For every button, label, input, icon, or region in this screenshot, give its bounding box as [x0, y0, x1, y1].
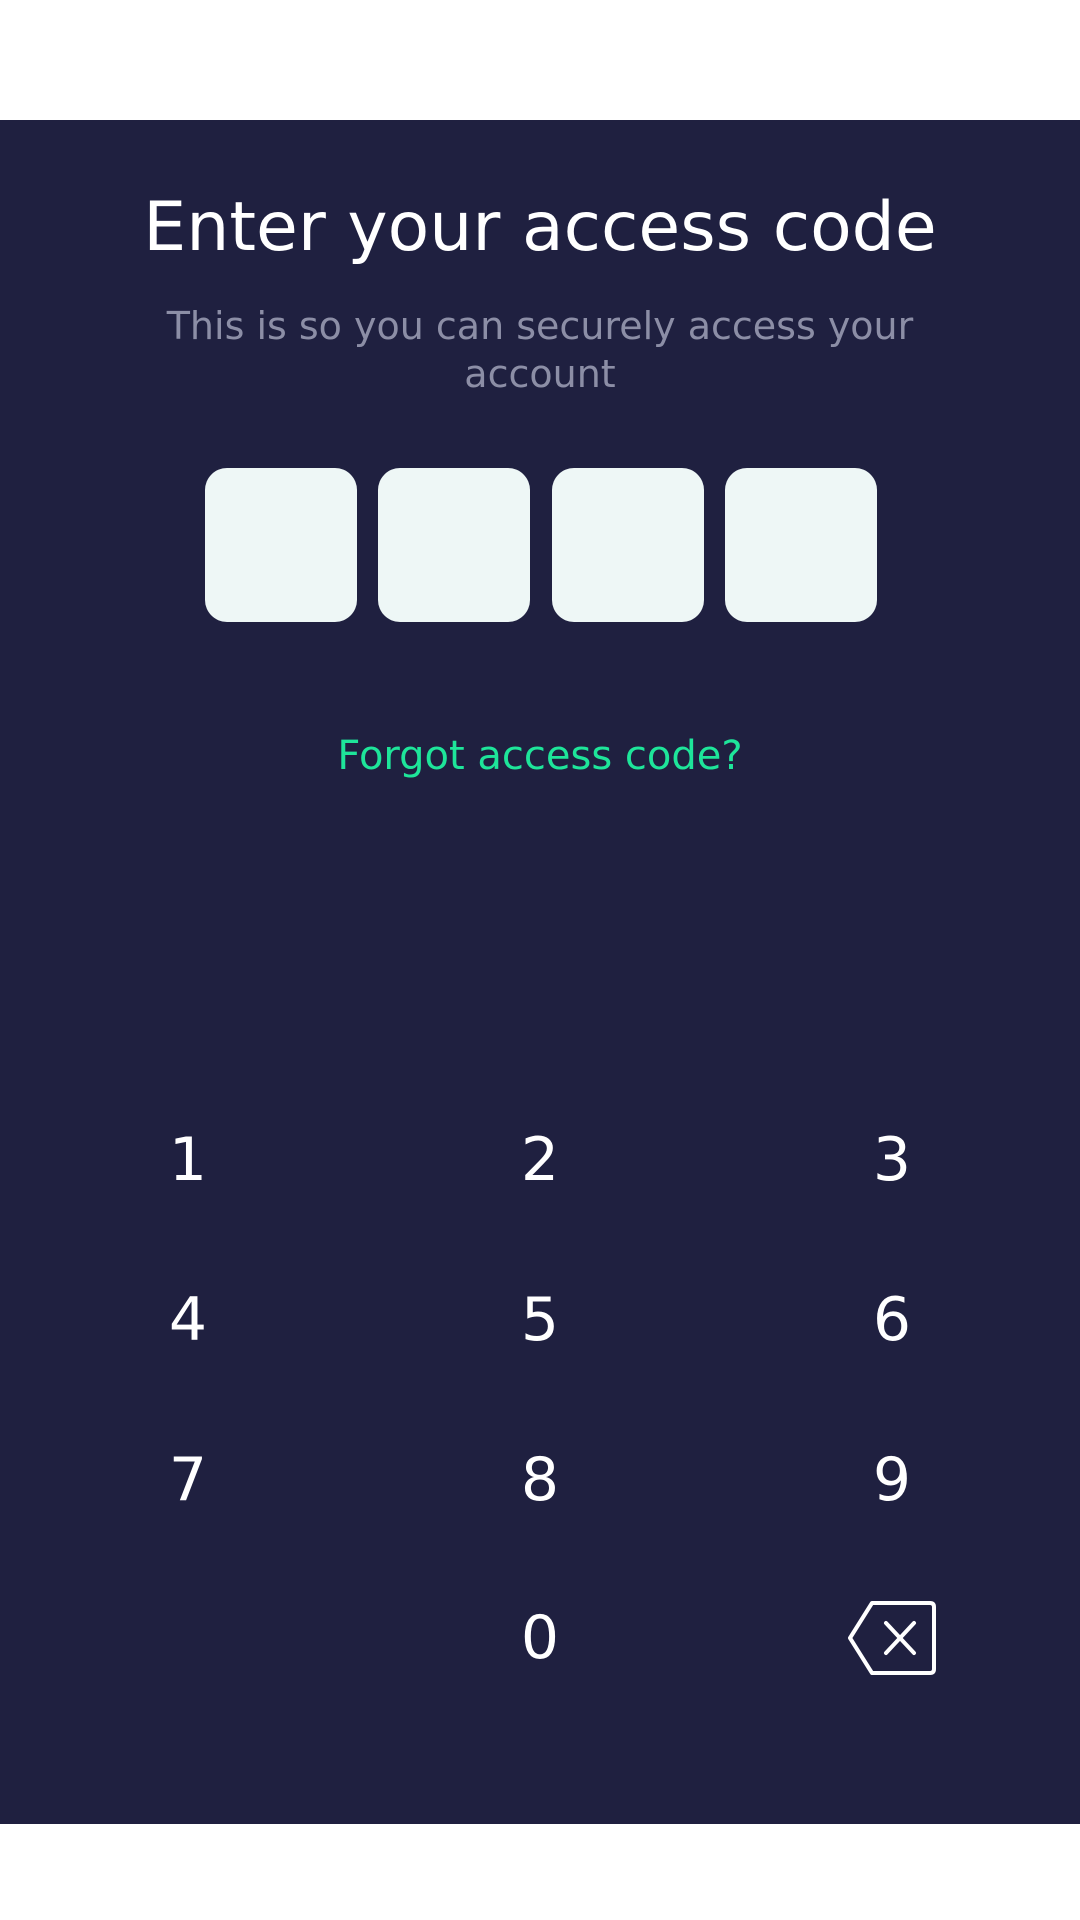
- code-digit-box-3[interactable]: [551, 468, 704, 622]
- keypad-key-4[interactable]: 4: [88, 1260, 288, 1380]
- numeric-keypad: 1 2 3 4 5 6 7 8 9 0: [0, 1100, 1080, 1740]
- keypad-key-9[interactable]: 9: [792, 1420, 992, 1540]
- keypad-key-0[interactable]: 0: [440, 1578, 640, 1698]
- page-title: Enter your access code: [143, 188, 937, 267]
- status-bar: [0, 0, 1080, 120]
- backspace-icon: [846, 1599, 938, 1677]
- keypad-key-6[interactable]: 6: [792, 1260, 992, 1380]
- page-subtitle: This is so you can securely access your …: [166, 304, 914, 396]
- keypad-key-5[interactable]: 5: [440, 1260, 640, 1380]
- forgot-access-code-link[interactable]: Forgot access code?: [0, 732, 1080, 780]
- backspace-button[interactable]: [792, 1578, 992, 1698]
- keypad-key-7[interactable]: 7: [88, 1420, 288, 1540]
- code-digit-box-4[interactable]: [724, 468, 877, 622]
- code-digit-box-1[interactable]: [205, 468, 357, 622]
- keypad-key-2[interactable]: 2: [440, 1100, 640, 1220]
- navigation-bar: [0, 1824, 1080, 1920]
- keypad-key-8[interactable]: 8: [440, 1420, 640, 1540]
- code-digit-box-2[interactable]: [378, 468, 531, 622]
- keypad-key-3[interactable]: 3: [792, 1100, 992, 1220]
- access-code-input[interactable]: [205, 468, 877, 622]
- keypad-key-1[interactable]: 1: [88, 1100, 288, 1220]
